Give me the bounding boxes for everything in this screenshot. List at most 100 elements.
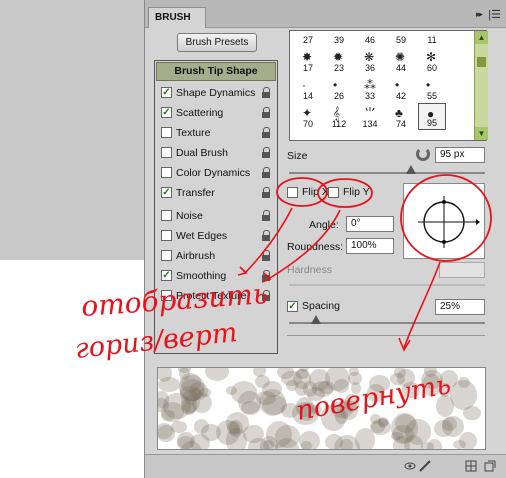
brush-tip[interactable]: 59 — [387, 19, 415, 46]
brush-tip[interactable]: • 55 — [418, 75, 446, 102]
brush-tip-icon: ✻ — [426, 50, 437, 64]
spacing-checkbox[interactable]: ✓ — [287, 301, 298, 312]
brush-tip[interactable]: 11 — [418, 19, 446, 46]
lock-icon[interactable] — [261, 290, 272, 301]
flip-y-checkbox[interactable] — [328, 187, 339, 198]
brush-stroke-preview — [157, 367, 486, 450]
brush-tip-icon: ⺌ — [364, 106, 377, 120]
preview-dab — [194, 418, 210, 434]
brush-tip-size: 59 — [395, 35, 406, 45]
scroll-down-icon[interactable]: ▼ — [475, 127, 488, 140]
option-checkbox[interactable] — [161, 127, 172, 138]
brush-tip[interactable]: ⺌ 134 — [356, 103, 384, 130]
toggle-live-tip-icon[interactable] — [404, 460, 416, 472]
brush-tip-size: 74 — [395, 119, 406, 129]
lock-icon[interactable] — [261, 87, 272, 98]
canvas-area — [0, 0, 144, 260]
hardness-label: Hardness — [287, 264, 332, 276]
roundness-field[interactable]: 100% — [346, 238, 394, 254]
option-label: Scattering — [176, 107, 224, 119]
brush-tip[interactable]: 39 — [325, 19, 353, 46]
lock-icon[interactable] — [261, 270, 272, 281]
option-checkbox[interactable]: ✓ — [161, 187, 172, 198]
brush-tip-icon: • — [333, 78, 338, 92]
hardness-field — [439, 262, 485, 278]
brush-tip[interactable]: 𝄞 112 — [325, 103, 353, 130]
scroll-up-icon[interactable]: ▲ — [475, 31, 488, 44]
spacing-field[interactable]: 25% — [435, 299, 485, 315]
grid-icon[interactable] — [465, 460, 477, 472]
preview-dab — [247, 437, 269, 449]
brush-panel: BRUSH ▸▸ |☰ Brush Presets Brush Tip Shap… — [144, 0, 506, 478]
size-field[interactable]: 95 px — [435, 147, 485, 163]
spacing-slider-handle[interactable] — [311, 315, 322, 324]
brush-tip[interactable]: 27 — [294, 19, 322, 46]
scroll-thumb[interactable] — [477, 57, 486, 67]
lock-icon[interactable] — [261, 210, 272, 221]
size-slider[interactable] — [289, 172, 485, 174]
new-brush-icon[interactable] — [484, 460, 496, 472]
option-airbrush[interactable]: Airbrush — [155, 246, 277, 266]
angle-roundness-widget[interactable] — [403, 183, 485, 259]
reset-size-icon[interactable] — [416, 147, 430, 161]
tab-brush[interactable]: BRUSH — [148, 7, 206, 28]
brush-tip[interactable]: ♣ 74 — [387, 103, 415, 130]
tip-scrollbar[interactable]: ▲ ▼ — [474, 31, 488, 140]
preview-dab — [335, 409, 349, 424]
preview-dab — [421, 441, 435, 449]
brush-tip-icon: ✸ — [302, 50, 313, 64]
lock-icon[interactable] — [261, 147, 272, 158]
option-checkbox[interactable] — [161, 210, 172, 221]
option-checkbox[interactable] — [161, 250, 172, 261]
lock-icon[interactable] — [261, 230, 272, 241]
option-wet-edges[interactable]: Wet Edges — [155, 226, 277, 246]
brush-tip[interactable]: ⁂ 33 — [356, 75, 384, 102]
lock-icon[interactable] — [261, 127, 272, 138]
option-checkbox[interactable] — [161, 167, 172, 178]
lock-icon[interactable] — [261, 107, 272, 118]
option-transfer[interactable]: ✓ Transfer — [155, 183, 277, 203]
option-checkbox[interactable]: ✓ — [161, 87, 172, 98]
option-texture[interactable]: Texture — [155, 123, 277, 143]
preview-dab — [181, 401, 197, 416]
option-checkbox[interactable] — [161, 290, 172, 301]
lock-icon[interactable] — [261, 187, 272, 198]
brush-tip[interactable]: ❋ 36 — [356, 47, 384, 74]
brush-tip-icon: ✹ — [333, 50, 344, 64]
brush-tip-icon: • — [395, 78, 400, 92]
option-dual-brush[interactable]: Dual Brush — [155, 143, 277, 163]
brush-tip[interactable]: · 14 — [294, 75, 322, 102]
size-slider-handle[interactable] — [405, 165, 416, 174]
brush-tip[interactable]: ✦ 70 — [294, 103, 322, 130]
brush-tip[interactable]: • 26 — [325, 75, 353, 102]
brush-tip-icon: ⁂ — [364, 78, 376, 92]
brush-tip[interactable]: ✺ 44 — [387, 47, 415, 74]
double-chevron-icon[interactable]: ▸▸ — [476, 9, 483, 20]
option-shape-dynamics[interactable]: ✓ Shape Dynamics — [155, 83, 277, 103]
angle-field[interactable]: 0° — [346, 216, 394, 232]
preview-dab — [459, 431, 478, 449]
brush-tip[interactable]: 46 — [356, 19, 384, 46]
brush-tip-shape-header[interactable]: Brush Tip Shape — [156, 62, 276, 81]
option-protect-texture[interactable]: Protect Texture — [155, 286, 277, 306]
option-scattering[interactable]: ✓ Scattering — [155, 103, 277, 123]
brush-tip[interactable]: • 42 — [387, 75, 415, 102]
panel-menu-icon[interactable]: |☰ — [488, 8, 501, 21]
brush-tip[interactable]: ✻ 60 — [418, 47, 446, 74]
option-checkbox[interactable]: ✓ — [161, 270, 172, 281]
option-smoothing[interactable]: ✓ Smoothing — [155, 266, 277, 286]
lock-icon[interactable] — [261, 167, 272, 178]
flip-x-checkbox[interactable] — [287, 187, 298, 198]
brush-tip[interactable]: ● 95 — [418, 103, 446, 130]
brush-presets-button[interactable]: Brush Presets — [177, 33, 257, 52]
option-checkbox[interactable] — [161, 230, 172, 241]
option-checkbox[interactable] — [161, 147, 172, 158]
option-noise[interactable]: Noise — [155, 206, 277, 226]
brush-angle-crosshair-icon[interactable] — [404, 184, 484, 258]
brush-tip[interactable]: ✸ 17 — [294, 47, 322, 74]
brush-tip[interactable]: ✹ 23 — [325, 47, 353, 74]
option-color-dynamics[interactable]: Color Dynamics — [155, 163, 277, 183]
option-checkbox[interactable]: ✓ — [161, 107, 172, 118]
lock-icon[interactable] — [261, 250, 272, 261]
brush-icon[interactable] — [419, 460, 431, 472]
